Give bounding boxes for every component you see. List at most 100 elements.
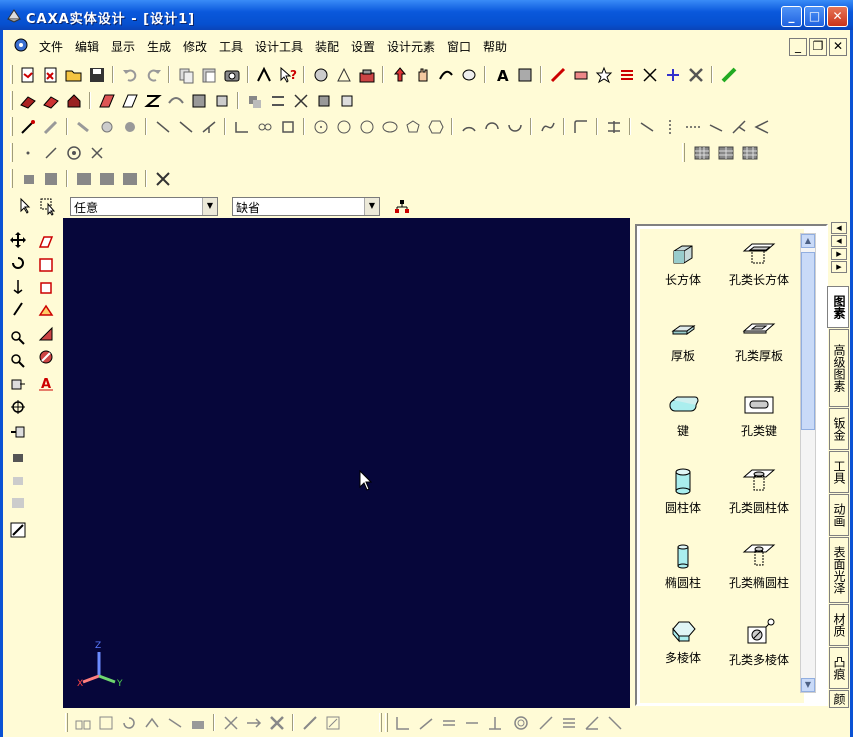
dim-concentric-icon[interactable] — [511, 713, 531, 733]
maximize-button[interactable]: □ — [804, 6, 825, 27]
catalog-item-key[interactable]: 键 — [646, 392, 720, 439]
catalog-item-hole-key[interactable]: 孔类键 — [722, 392, 796, 439]
transform-icon[interactable] — [663, 65, 683, 85]
pen-icon[interactable] — [300, 713, 320, 733]
sweep-icon[interactable] — [64, 91, 84, 111]
tangent-line-icon[interactable] — [706, 117, 726, 137]
rotate-view-icon[interactable] — [436, 65, 456, 85]
fill-icon[interactable] — [120, 117, 140, 137]
catalog-item-thick-plate[interactable]: 厚板 — [646, 317, 720, 364]
circle-center-icon[interactable] — [311, 117, 331, 137]
menu-tools[interactable]: 工具 — [219, 38, 243, 55]
menu-design-tools[interactable]: 设计工具 — [255, 38, 303, 55]
mate-icon[interactable] — [165, 713, 185, 733]
point-icon[interactable] — [18, 143, 38, 163]
x-cut-icon[interactable] — [221, 713, 241, 733]
revolve-icon[interactable] — [41, 91, 61, 111]
spline-icon[interactable] — [538, 117, 558, 137]
measure-icon[interactable] — [255, 65, 275, 85]
tab-primitives[interactable]: 图素 — [827, 286, 849, 328]
layout-table-icon[interactable] — [716, 143, 736, 163]
chain-icon[interactable] — [255, 117, 275, 137]
shell-icon[interactable] — [189, 91, 209, 111]
layout-grid-icon[interactable] — [692, 143, 712, 163]
tab-surface-finish[interactable]: 表面光泽 — [829, 537, 849, 603]
hierarchy-icon[interactable] — [392, 197, 412, 217]
sketch-icon[interactable] — [334, 65, 354, 85]
move-icon[interactable] — [8, 230, 28, 250]
tab-next-icon[interactable]: ▶ — [831, 248, 847, 260]
title-bar[interactable]: CAXA实体设计 - [设计1] _ □ ✕ — [0, 0, 853, 30]
view-iso-icon[interactable] — [18, 169, 38, 189]
open-folder-icon[interactable] — [64, 65, 84, 85]
brush-icon[interactable] — [74, 117, 94, 137]
catalog-scrollbar[interactable]: ▲ ▼ — [800, 233, 816, 693]
fit-view-icon[interactable] — [8, 397, 28, 417]
menu-modify[interactable]: 修改 — [183, 38, 207, 55]
dim-tangent-icon[interactable] — [536, 713, 556, 733]
camera-icon[interactable] — [222, 65, 242, 85]
catalog-item-cylinder[interactable]: 圆柱体 — [646, 467, 720, 516]
layers-icon[interactable] — [617, 65, 637, 85]
edit-icon[interactable] — [323, 713, 343, 733]
help-pointer-icon[interactable]: ? — [278, 65, 298, 85]
arc-3pt-icon[interactable] — [482, 117, 502, 137]
line-point-icon[interactable] — [41, 143, 61, 163]
copy-icon[interactable] — [176, 65, 196, 85]
catalog-item-prism[interactable]: 多棱体 — [646, 617, 720, 666]
view-direction-icon[interactable] — [8, 374, 28, 394]
draft-icon[interactable] — [337, 91, 357, 111]
snap-icon[interactable] — [719, 65, 739, 85]
render-icon[interactable] — [515, 65, 535, 85]
extrude-icon[interactable] — [18, 91, 38, 111]
menu-file[interactable]: 文件 — [39, 38, 63, 55]
reset-icon[interactable] — [119, 713, 139, 733]
design-canvas[interactable] — [63, 218, 630, 708]
polyline-icon[interactable] — [176, 117, 196, 137]
catalog-item-hole-box[interactable]: 孔类长方体 — [722, 241, 796, 288]
move-up-icon[interactable] — [390, 65, 410, 85]
toolbar-grip[interactable] — [10, 65, 13, 84]
horizontal-line-icon[interactable] — [683, 117, 703, 137]
z-section-icon[interactable] — [143, 91, 163, 111]
select-arrow-icon[interactable] — [16, 196, 36, 216]
scroll-thumb[interactable] — [801, 252, 815, 430]
star-icon[interactable] — [594, 65, 614, 85]
pick-icon[interactable] — [18, 117, 38, 137]
loft-icon[interactable] — [97, 91, 117, 111]
view-tools-icon[interactable] — [153, 169, 173, 189]
paste-icon[interactable] — [199, 65, 219, 85]
new-file-icon[interactable] — [18, 65, 38, 85]
catalog-item-hole-prism[interactable]: 孔类多棱体 — [722, 617, 796, 668]
tools-icon[interactable] — [686, 65, 706, 85]
target-icon[interactable] — [64, 143, 84, 163]
catalog-item-elliptic-cylinder[interactable]: 椭圆柱 — [646, 542, 720, 591]
dynamic-rotate-icon[interactable] — [8, 299, 28, 319]
tab-advanced-primitives[interactable]: 高级图素 — [829, 329, 849, 407]
menu-help[interactable]: 帮助 — [483, 38, 507, 55]
scroll-down-icon[interactable]: ▼ — [801, 678, 815, 692]
chamfer-icon[interactable] — [314, 91, 334, 111]
tab-material[interactable]: 材质 — [829, 604, 849, 646]
view-front-icon[interactable] — [41, 169, 61, 189]
close-button[interactable]: ✕ — [827, 6, 848, 27]
draw-square-icon[interactable] — [36, 278, 56, 298]
circle-3pt-icon[interactable] — [357, 117, 377, 137]
ellipse-icon[interactable] — [380, 117, 400, 137]
tab-last-icon[interactable]: ▶ — [831, 261, 847, 273]
rectangle-icon[interactable] — [278, 117, 298, 137]
polygon-icon[interactable] — [403, 117, 423, 137]
view-top-icon[interactable] — [74, 169, 94, 189]
catalog-item-box[interactable]: 长方体 — [646, 241, 720, 288]
paint-icon[interactable] — [97, 117, 117, 137]
scroll-up-icon[interactable]: ▲ — [801, 234, 815, 248]
view-side-icon[interactable] — [97, 169, 117, 189]
eraser-icon[interactable] — [571, 65, 591, 85]
constraint-icon[interactable] — [188, 713, 208, 733]
mdi-minimize-button[interactable]: _ — [789, 38, 807, 56]
dimension-icon[interactable] — [640, 65, 660, 85]
menu-view[interactable]: 显示 — [111, 38, 135, 55]
tab-color[interactable]: 颜 — [829, 690, 849, 708]
circle-2pt-icon[interactable] — [334, 117, 354, 137]
tab-tools[interactable]: 工具 — [829, 451, 849, 493]
